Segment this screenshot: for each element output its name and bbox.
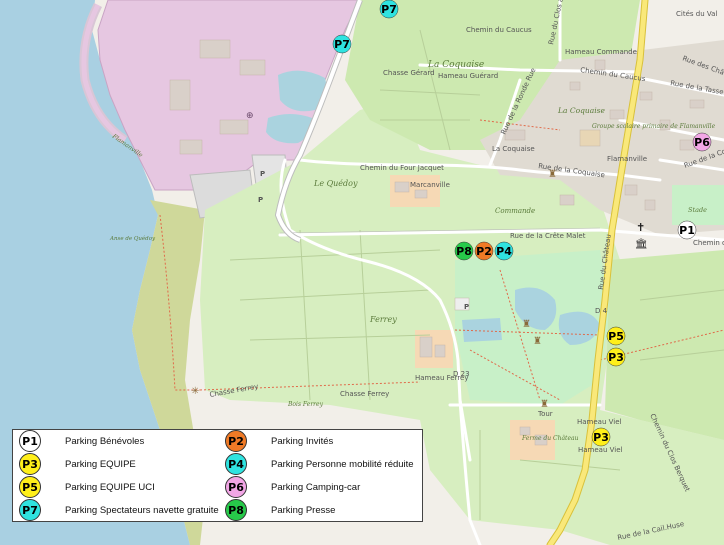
marker-p8-text: P8 (456, 245, 472, 258)
marker-p5-text: P5 (608, 330, 624, 343)
legend-label-p4: Parking Personne mobilité réduite (271, 458, 414, 470)
marker-p3-south[interactable]: P3 (591, 427, 611, 447)
label-tour: Tour (537, 410, 553, 418)
legend-badge-p6: P6 (225, 476, 247, 498)
marker-p7-north-text: P7 (381, 3, 397, 16)
legend-label-p7: Parking Spectateurs navette gratuite (65, 504, 219, 516)
legend-badge-p1: P1 (19, 430, 41, 452)
marker-p3-south-text: P3 (593, 431, 609, 444)
marker-p6-text: P6 (694, 136, 710, 149)
label-rue-crete-malet: Rue de la Crête Malet (510, 232, 586, 240)
parking-legend: P1 Parking Bénévoles P2 Parking Invités … (12, 429, 423, 522)
label-parking-p-1: P (260, 170, 265, 178)
label-hameau-viel-2: Hameau Viel (578, 446, 623, 454)
legend-item-p6: P6 Parking Camping-car (225, 476, 360, 498)
label-la-coquaise: La Coquaise (427, 60, 484, 70)
legend-label-p6: Parking Camping-car (271, 481, 361, 493)
label-la-coquaise-2: La Coquaise (557, 106, 605, 115)
townhall-icon: 🏛 (635, 238, 648, 250)
marker-p6[interactable]: P6 (692, 132, 712, 152)
marker-p4-text: P4 (496, 245, 512, 258)
legend-item-p4: P4 Parking Personne mobilité réduite (225, 453, 414, 475)
legend-badge-p5: P5 (19, 476, 41, 498)
legend-label-p2: Parking Invités (271, 435, 334, 447)
legend-badge-p4: P4 (225, 453, 247, 475)
castle-icon-1: ♜ (522, 319, 531, 330)
marker-p3-east[interactable]: P3 (606, 347, 626, 367)
legend-item-p5: P5 Parking EQUIPE UCI (19, 476, 155, 498)
legend-item-p3: P3 Parking EQUIPE (19, 453, 136, 475)
label-hameau-viel: Hameau Viel (577, 418, 622, 426)
meadow-east (605, 250, 724, 440)
label-chemin-du-caucus: Chemin du Caucus (466, 26, 532, 34)
stade-area (672, 185, 724, 225)
legend-badge-p2: P2 (225, 430, 247, 452)
viewpoint-icon: ✳ (191, 386, 199, 397)
legend-item-p2: P2 Parking Invités (225, 430, 333, 452)
nuclear-icon: ⊕ (246, 111, 254, 121)
legend-label-p3: Parking EQUIPE (65, 458, 136, 470)
legend-badge-p7: P7 (19, 499, 41, 521)
legend-item-p7: P7 Parking Spectateurs navette gratuite (19, 499, 219, 521)
label-groupe-scolaire: Groupe scolaire primaire de Flamanville (592, 123, 716, 130)
label-chasse-ferrey-2: Chasse Ferrey (340, 390, 389, 398)
label-anse: Anse de Quédoy (109, 235, 156, 242)
church-icon: ✝ (636, 221, 645, 234)
castle-icon-3: ♜ (540, 399, 549, 410)
marker-p5[interactable]: P5 (606, 326, 626, 346)
legend-label-p5: Parking EQUIPE UCI (65, 481, 155, 493)
label-chemin-de-la: Chemin de la (693, 239, 724, 247)
legend-item-p8: P8 Parking Presse (225, 499, 335, 521)
label-hameau-ferrey: Hameau Ferrey (415, 374, 469, 382)
label-flamanville: Flamanville (607, 155, 647, 163)
marker-p3-east-text: P3 (608, 351, 624, 364)
legend-badge-p3: P3 (19, 453, 41, 475)
marker-p1[interactable]: P1 (677, 220, 697, 240)
label-ferrey: Ferrey (369, 315, 397, 324)
legend-badge-p8: P8 (225, 499, 247, 521)
legend-item-p1: P1 Parking Bénévoles (19, 430, 144, 452)
label-la-coquaise-3: La Coquaise (492, 145, 535, 153)
marker-p4[interactable]: P4 (494, 241, 514, 261)
label-bois-ferrey: Bois Ferrey (287, 401, 324, 408)
label-ferme-chateau: Ferme du Château (521, 435, 579, 442)
label-cites-du-val: Cités du Val (676, 10, 717, 18)
label-le-quedoy: Le Quédoy (313, 179, 358, 188)
label-stade: Stade (688, 206, 707, 214)
castle-icon-2: ♜ (533, 336, 542, 347)
legend-label-p1: Parking Bénévoles (65, 435, 145, 447)
label-hameau-guerard: Hameau Guérard (438, 72, 498, 80)
legend-label-p8: Parking Presse (271, 504, 336, 516)
label-parking-p-2: P (258, 196, 263, 204)
castle-icon-4: ♜ (548, 169, 557, 180)
label-chasse-gerard: Chasse Gérard (383, 69, 435, 77)
marker-p2-text: P2 (476, 245, 492, 258)
marker-p7-plant-text: P7 (334, 38, 350, 51)
label-commande: Commande (495, 207, 535, 215)
marker-p2[interactable]: P2 (474, 241, 494, 261)
marker-p8[interactable]: P8 (454, 241, 474, 261)
marker-p1-text: P1 (679, 224, 695, 237)
label-d4: D 4 (595, 307, 608, 315)
label-parking-p-3: P (464, 303, 469, 311)
label-chemin-four-jacquet: Chemin du Four Jacquet (360, 164, 444, 172)
marker-p7-north[interactable]: P7 (379, 0, 399, 19)
label-marcanville: Marcanville (410, 181, 450, 189)
marker-p7-plant[interactable]: P7 (332, 34, 352, 54)
label-hameau-commande: Hameau Commande (565, 48, 637, 56)
